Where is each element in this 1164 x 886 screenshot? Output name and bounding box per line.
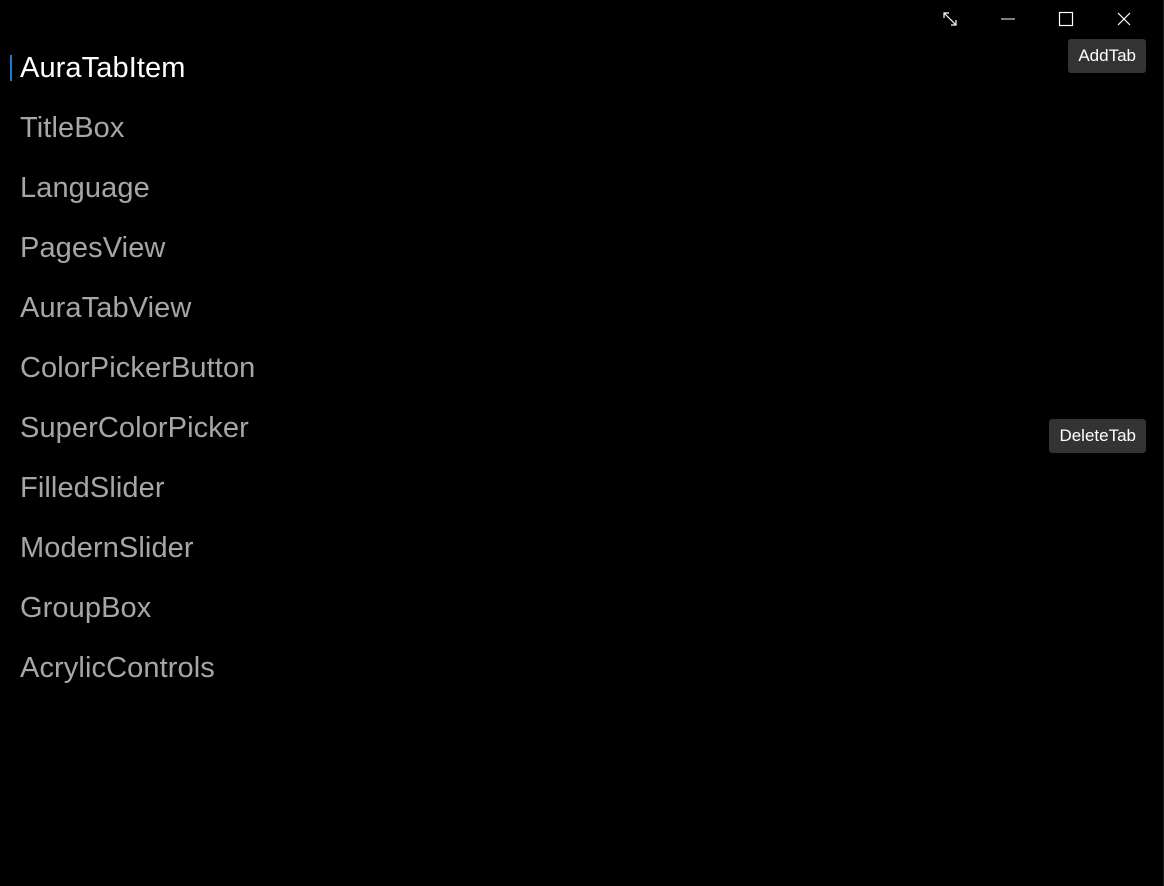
nav-list: AuraTabItem TitleBox Language PagesView …	[0, 38, 320, 698]
nav-item-titlebox[interactable]: TitleBox	[0, 98, 320, 158]
nav-item-label: AuraTabItem	[20, 51, 186, 84]
nav-item-label: AcrylicControls	[20, 651, 215, 684]
nav-item-label: Language	[20, 171, 150, 204]
maximize-icon	[1058, 11, 1074, 27]
nav-item-language[interactable]: Language	[0, 158, 320, 218]
nav-item-label: AuraTabView	[20, 291, 192, 324]
nav-item-label: PagesView	[20, 231, 166, 264]
close-icon	[1117, 12, 1131, 26]
nav-item-label: ModernSlider	[20, 531, 194, 564]
nav-item-supercolorpicker[interactable]: SuperColorPicker	[0, 398, 320, 458]
nav-item-modernslider[interactable]: ModernSlider	[0, 518, 320, 578]
maximize-button[interactable]	[1037, 0, 1095, 38]
nav-item-label: FilledSlider	[20, 471, 165, 504]
app-window: AuraTabItem TitleBox Language PagesView …	[0, 0, 1164, 886]
selection-indicator	[10, 55, 12, 81]
caption-buttons	[921, 0, 1153, 38]
nav-item-pagesview[interactable]: PagesView	[0, 218, 320, 278]
nav-item-label: ColorPickerButton	[20, 351, 256, 384]
nav-item-auratabview[interactable]: AuraTabView	[0, 278, 320, 338]
nav-item-acryliccontrols[interactable]: AcrylicControls	[0, 638, 320, 698]
nav-item-colorpickerbutton[interactable]: ColorPickerButton	[0, 338, 320, 398]
fullscreen-button[interactable]	[921, 0, 979, 38]
nav-item-label: GroupBox	[20, 591, 152, 624]
nav-item-groupbox[interactable]: GroupBox	[0, 578, 320, 638]
delete-tab-button[interactable]: DeleteTab	[1049, 419, 1146, 453]
nav-item-filledslider[interactable]: FilledSlider	[0, 458, 320, 518]
nav-item-label: TitleBox	[20, 111, 125, 144]
nav-item-label: SuperColorPicker	[20, 411, 249, 444]
nav-item-auratabitem[interactable]: AuraTabItem	[0, 38, 320, 98]
minimize-icon	[1001, 18, 1015, 20]
minimize-button[interactable]	[979, 0, 1037, 38]
add-tab-button[interactable]: AddTab	[1068, 39, 1146, 73]
expand-diagonal-icon	[943, 12, 957, 26]
close-button[interactable]	[1095, 0, 1153, 38]
